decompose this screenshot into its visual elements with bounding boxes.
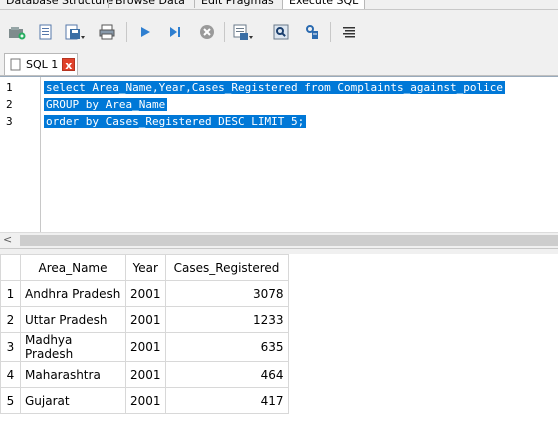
results-table: Area_Name Year Cases_Registered 1 Andhra… [0,254,289,414]
table-row[interactable]: 5 Gujarat 2001 417 [0,387,289,414]
row-number[interactable]: 5 [0,387,21,414]
results-grid: Area_Name Year Cases_Registered 1 Andhra… [0,254,558,431]
line-number-gutter: 1 2 3 [0,77,41,233]
tab-execute-sql[interactable]: Execute SQL [282,0,366,9]
tab-sql-1-label: SQL 1 [26,58,59,71]
cell-cases-registered[interactable]: 3078 [164,280,289,307]
code-line[interactable]: GROUP by Area_Name [44,96,168,113]
save-results-icon[interactable] [232,21,254,43]
row-number[interactable]: 2 [0,306,21,333]
find-icon[interactable] [270,21,292,43]
table-row[interactable]: 4 Maharashtra 2001 464 [0,361,289,388]
cell-area-name[interactable]: Madhya Pradesh [20,332,126,362]
open-tab-icon[interactable] [6,21,28,43]
line-number: 1 [6,81,13,94]
cell-cases-registered[interactable]: 635 [164,332,289,362]
cell-area-name[interactable]: Andhra Pradesh [20,280,126,307]
cell-year[interactable]: 2001 [125,280,166,307]
row-number[interactable]: 4 [0,361,21,388]
row-number[interactable]: 1 [0,280,21,307]
tab-edit-pragmas[interactable]: Edit Pragmas [194,0,280,8]
open-sql-file-icon[interactable] [35,21,57,43]
find-replace-icon[interactable] [302,21,324,43]
document-icon [10,58,21,71]
scrollbar-thumb[interactable] [20,235,558,246]
column-header-area-name[interactable]: Area_Name [20,254,126,281]
table-row[interactable]: 3 Madhya Pradesh 2001 635 [0,332,289,362]
scroll-left-arrow[interactable]: < [3,233,12,246]
sql-tab-strip: SQL 1 x [0,50,558,76]
cell-area-name[interactable]: Gujarat [20,387,126,414]
comment-icon[interactable] [338,21,360,43]
column-header-year[interactable]: Year [125,254,166,281]
tab-browse-data[interactable]: Browse Data [108,0,191,8]
execute-current-line-icon[interactable] [164,21,186,43]
code-line[interactable]: order by Cases_Registered DESC LIMIT 5; [44,113,307,130]
cell-year[interactable]: 2001 [125,332,166,362]
sql-editor[interactable]: 1 2 3 select Area_Name,Year,Cases_Regist… [0,76,558,233]
line-number: 2 [6,98,13,111]
header-row: Area_Name Year Cases_Registered [0,254,289,281]
table-row[interactable]: 1 Andhra Pradesh 2001 3078 [0,280,289,307]
main-tab-strip: Database Structure Browse Data Edit Prag… [0,0,558,10]
column-header-cases-registered[interactable]: Cases_Registered [164,254,289,281]
tab-sql-1[interactable]: SQL 1 x [4,53,78,75]
execute-all-icon[interactable] [134,21,156,43]
cell-area-name[interactable]: Uttar Pradesh [20,306,126,333]
close-icon[interactable]: x [62,58,76,72]
row-header-corner [0,254,21,281]
code-line[interactable]: select Area_Name,Year,Cases_Registered f… [44,79,505,96]
save-sql-file-icon[interactable] [64,21,86,43]
code-line-text: order by Cases_Registered DESC LIMIT 5; [44,115,307,128]
cell-year[interactable]: 2001 [125,361,166,388]
code-line-text: GROUP by Area_Name [44,98,168,111]
tab-database-structure[interactable]: Database Structure [0,0,119,8]
horizontal-scrollbar[interactable]: < [0,232,558,248]
table-row[interactable]: 2 Uttar Pradesh 2001 1233 [0,306,289,333]
cell-year[interactable]: 2001 [125,387,166,414]
stop-icon[interactable] [196,21,218,43]
line-number: 3 [6,115,13,128]
row-number[interactable]: 3 [0,332,21,362]
code-line-text: select Area_Name,Year,Cases_Registered f… [44,81,505,94]
print-icon[interactable] [96,21,118,43]
cell-year[interactable]: 2001 [125,306,166,333]
cell-cases-registered[interactable]: 464 [164,361,289,388]
cell-area-name[interactable]: Maharashtra [20,361,126,388]
sql-toolbar [0,10,558,50]
cell-cases-registered[interactable]: 417 [164,387,289,414]
cell-cases-registered[interactable]: 1233 [164,306,289,333]
